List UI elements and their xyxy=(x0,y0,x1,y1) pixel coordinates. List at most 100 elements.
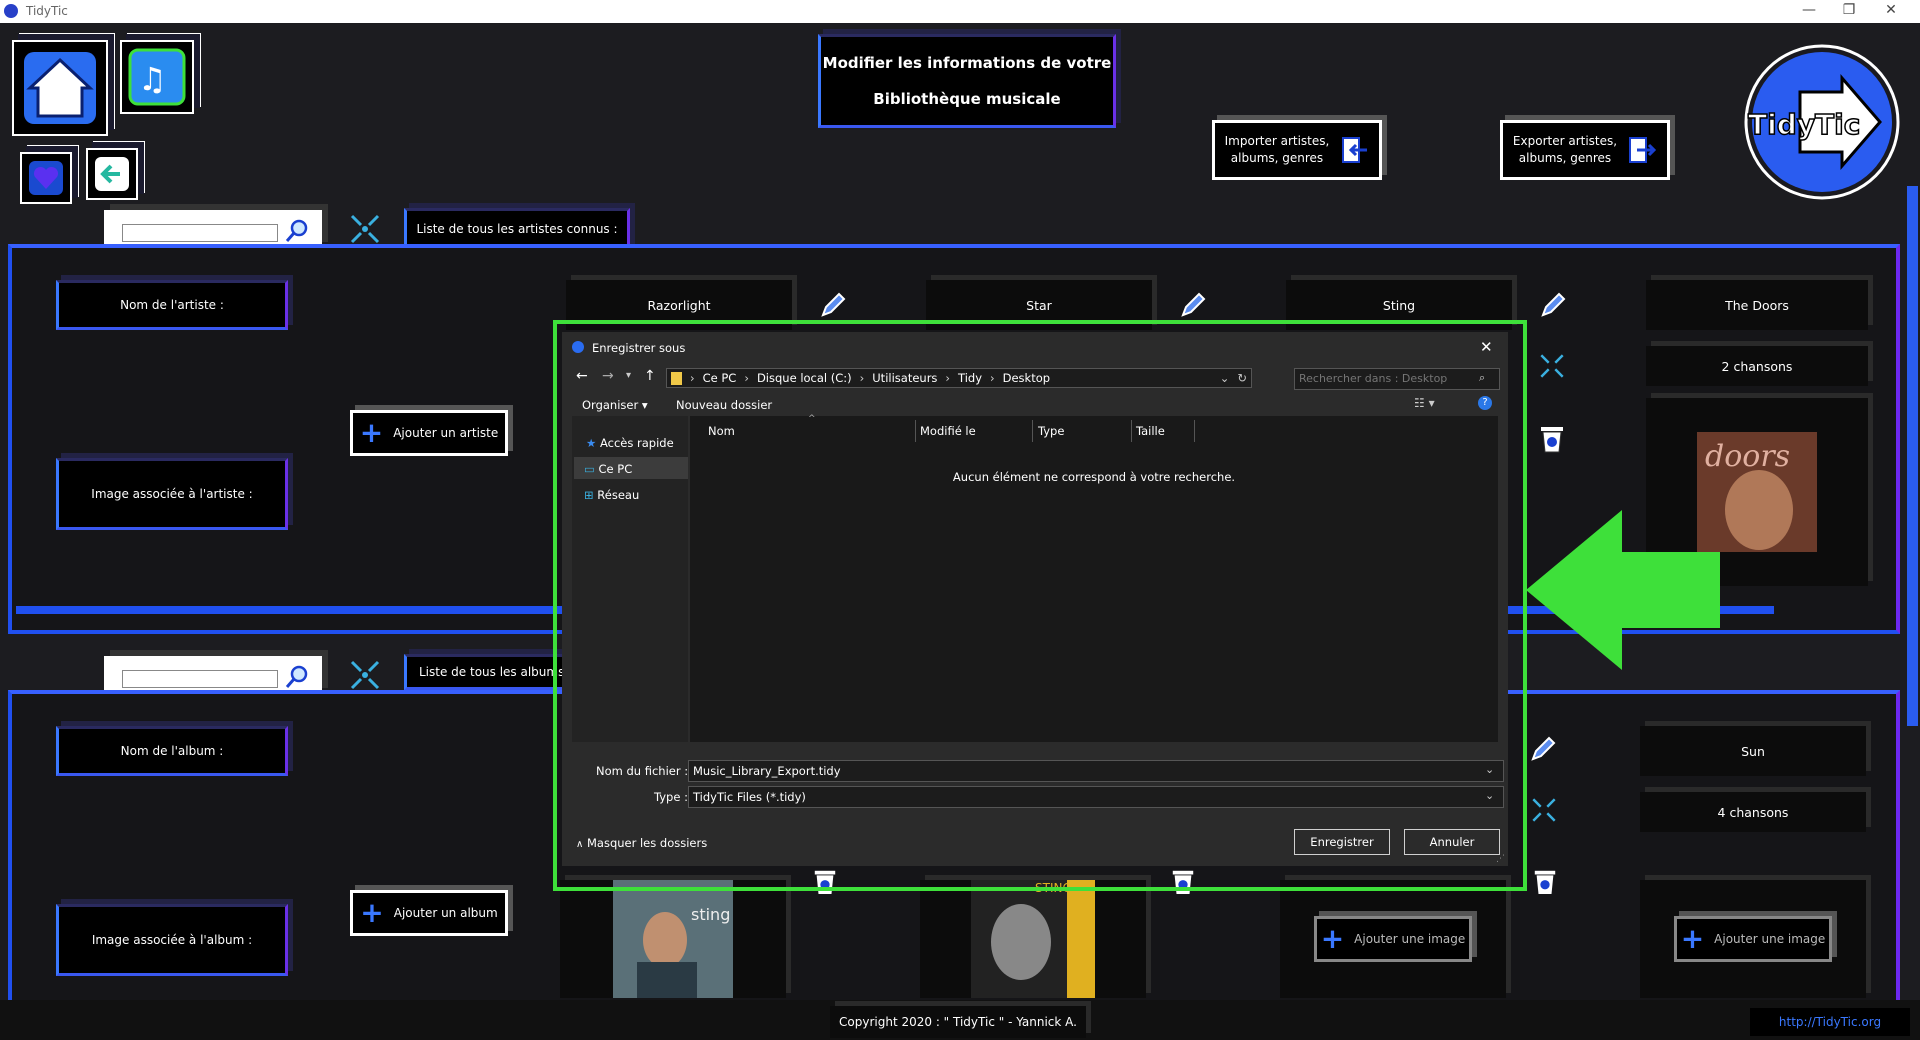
dialog-app-icon xyxy=(572,341,584,353)
sort-indicator-icon: ^ xyxy=(808,414,816,424)
hide-folders-toggle[interactable]: ∧ Masquer les dossiers xyxy=(576,836,707,850)
recent-dropdown-icon[interactable]: ▾ xyxy=(626,370,631,381)
page-scrollbar[interactable] xyxy=(1907,186,1918,726)
pencil-icon[interactable] xyxy=(1538,290,1568,320)
import-label-line1: Importer artistes, xyxy=(1224,134,1330,148)
album-card-image[interactable]: STING xyxy=(920,880,1146,998)
dialog-close-icon[interactable]: ✕ xyxy=(1480,338,1493,356)
column-type[interactable]: Type xyxy=(1038,424,1064,438)
album-song-count: 4 chansons xyxy=(1640,792,1866,832)
save-button[interactable]: Enregistrer xyxy=(1294,829,1390,855)
back-button[interactable] xyxy=(86,148,138,200)
back-nav-icon[interactable]: ← xyxy=(576,368,588,384)
artist-card-name[interactable]: The Doors xyxy=(1646,280,1868,330)
collapse-icon[interactable] xyxy=(1538,352,1566,380)
chevron-up-icon: ∧ xyxy=(576,839,584,850)
refresh-icon[interactable]: ↻ xyxy=(1237,371,1251,385)
artist-search-box xyxy=(104,210,322,248)
pencil-icon[interactable] xyxy=(818,290,848,320)
album-card-name[interactable]: Sun xyxy=(1640,726,1866,776)
resize-grip-icon[interactable]: ⋰ xyxy=(1496,854,1505,864)
tidytic-logo-icon: TidyTic xyxy=(1744,44,1900,200)
logo-text: TidyTic xyxy=(1748,108,1860,141)
nav-quick-access[interactable]: ★ Accès rapide xyxy=(586,436,674,450)
dialog-title: Enregistrer sous xyxy=(592,341,686,355)
up-folder-icon[interactable]: ↑ xyxy=(644,368,656,384)
type-select[interactable]: TidyTic Files (*.tidy) ⌄ xyxy=(688,786,1504,808)
search-icon[interactable] xyxy=(284,664,310,690)
nav-this-pc[interactable]: ▭ Ce PC xyxy=(584,462,632,476)
empty-message: Aucun élément ne correspond à votre rech… xyxy=(952,470,1236,484)
organize-menu[interactable]: Organiser ▾ xyxy=(582,398,648,412)
new-folder-button[interactable]: Nouveau dossier xyxy=(676,398,772,412)
help-icon[interactable]: ? xyxy=(1478,396,1492,410)
breadcrumb-item[interactable]: Disque local (C:) xyxy=(757,371,852,385)
address-bar[interactable]: › Ce PC › Disque local (C:) › Utilisateu… xyxy=(666,368,1252,388)
filename-label: Nom du fichier : xyxy=(596,764,689,778)
search-dialog-field[interactable] xyxy=(1299,371,1469,385)
favorites-button[interactable] xyxy=(20,152,72,204)
breadcrumb-item[interactable]: Ce PC xyxy=(703,371,737,385)
collapse-icon[interactable] xyxy=(348,212,382,246)
trash-icon[interactable] xyxy=(1532,866,1558,896)
plus-icon: + xyxy=(1680,922,1705,955)
collapse-icon[interactable] xyxy=(1530,796,1558,824)
album-search-box xyxy=(104,656,322,694)
pencil-icon[interactable] xyxy=(1178,290,1208,320)
chevron-down-icon[interactable]: ⌄ xyxy=(1485,763,1494,776)
nav-label: Ce PC xyxy=(598,462,633,476)
album-card-image[interactable]: sting xyxy=(560,880,786,998)
page-title-line1: Modifier les informations de votre xyxy=(822,54,1112,72)
computer-icon: ▭ xyxy=(584,462,595,476)
album-search-input[interactable] xyxy=(122,670,278,688)
breadcrumb-item[interactable]: Desktop xyxy=(1003,371,1050,385)
star-icon: ★ xyxy=(586,436,597,450)
maximize-button[interactable]: ❐ xyxy=(1834,2,1864,18)
column-modified[interactable]: Modifié le xyxy=(920,424,976,438)
add-artist-button[interactable]: + Ajouter un artiste xyxy=(350,410,508,456)
add-image-label: Ajouter une image xyxy=(1354,932,1466,946)
breadcrumb-item[interactable]: Tidy xyxy=(958,371,982,385)
music-edit-button[interactable]: ♫ xyxy=(120,40,194,114)
trash-icon[interactable] xyxy=(1538,422,1566,454)
chevron-down-icon[interactable]: ⌄ xyxy=(1485,789,1494,802)
heart-icon xyxy=(29,161,63,195)
add-image-button[interactable]: + Ajouter une image xyxy=(1674,916,1832,962)
pencil-icon[interactable] xyxy=(1528,734,1558,764)
home-button[interactable] xyxy=(12,40,108,136)
artist-search-input[interactable] xyxy=(122,224,278,242)
cancel-button[interactable]: Annuler xyxy=(1404,829,1500,855)
collapse-icon[interactable] xyxy=(348,658,382,692)
add-album-label: Ajouter un album xyxy=(393,906,498,920)
back-arrow-icon xyxy=(95,157,129,191)
column-size[interactable]: Taille xyxy=(1136,424,1165,438)
search-icon[interactable] xyxy=(284,218,310,244)
search-dialog-input[interactable]: ⌕ xyxy=(1294,368,1500,390)
minimize-button[interactable]: — xyxy=(1794,2,1824,18)
add-album-button[interactable]: + Ajouter un album xyxy=(350,890,508,936)
column-name[interactable]: Nom xyxy=(708,424,735,438)
folder-icon xyxy=(671,371,682,385)
organize-label: Organiser xyxy=(582,398,639,412)
svg-text:♫: ♫ xyxy=(138,60,167,98)
close-window-button[interactable]: ✕ xyxy=(1876,2,1906,18)
breadcrumb-item[interactable]: Utilisateurs xyxy=(872,371,937,385)
nav-network[interactable]: ⊞ Réseau xyxy=(584,488,639,502)
export-icon xyxy=(1629,137,1657,163)
forward-nav-icon[interactable]: → xyxy=(602,368,614,384)
add-artist-label: Ajouter un artiste xyxy=(393,426,499,440)
website-link[interactable]: http://TidyTic.org xyxy=(1750,1008,1910,1036)
import-button[interactable]: Importer artistes, albums, genres xyxy=(1212,120,1382,180)
album-art-sting-1: sting xyxy=(613,880,733,998)
export-button[interactable]: Exporter artistes, albums, genres xyxy=(1500,120,1670,180)
column-divider xyxy=(915,420,916,442)
page-title: Modifier les informations de votre Bibli… xyxy=(818,34,1116,128)
filename-value: Music_Library_Export.tidy xyxy=(693,764,841,778)
column-divider xyxy=(1032,420,1033,442)
view-options-icon[interactable]: ☷ ▾ xyxy=(1414,396,1435,410)
home-icon xyxy=(24,52,96,124)
svg-text:doors: doors xyxy=(1705,439,1790,474)
album-image-label: Image associée à l'album : xyxy=(56,904,288,976)
add-image-button[interactable]: + Ajouter une image xyxy=(1314,916,1472,962)
filename-input[interactable]: Music_Library_Export.tidy ⌄ xyxy=(688,760,1504,782)
